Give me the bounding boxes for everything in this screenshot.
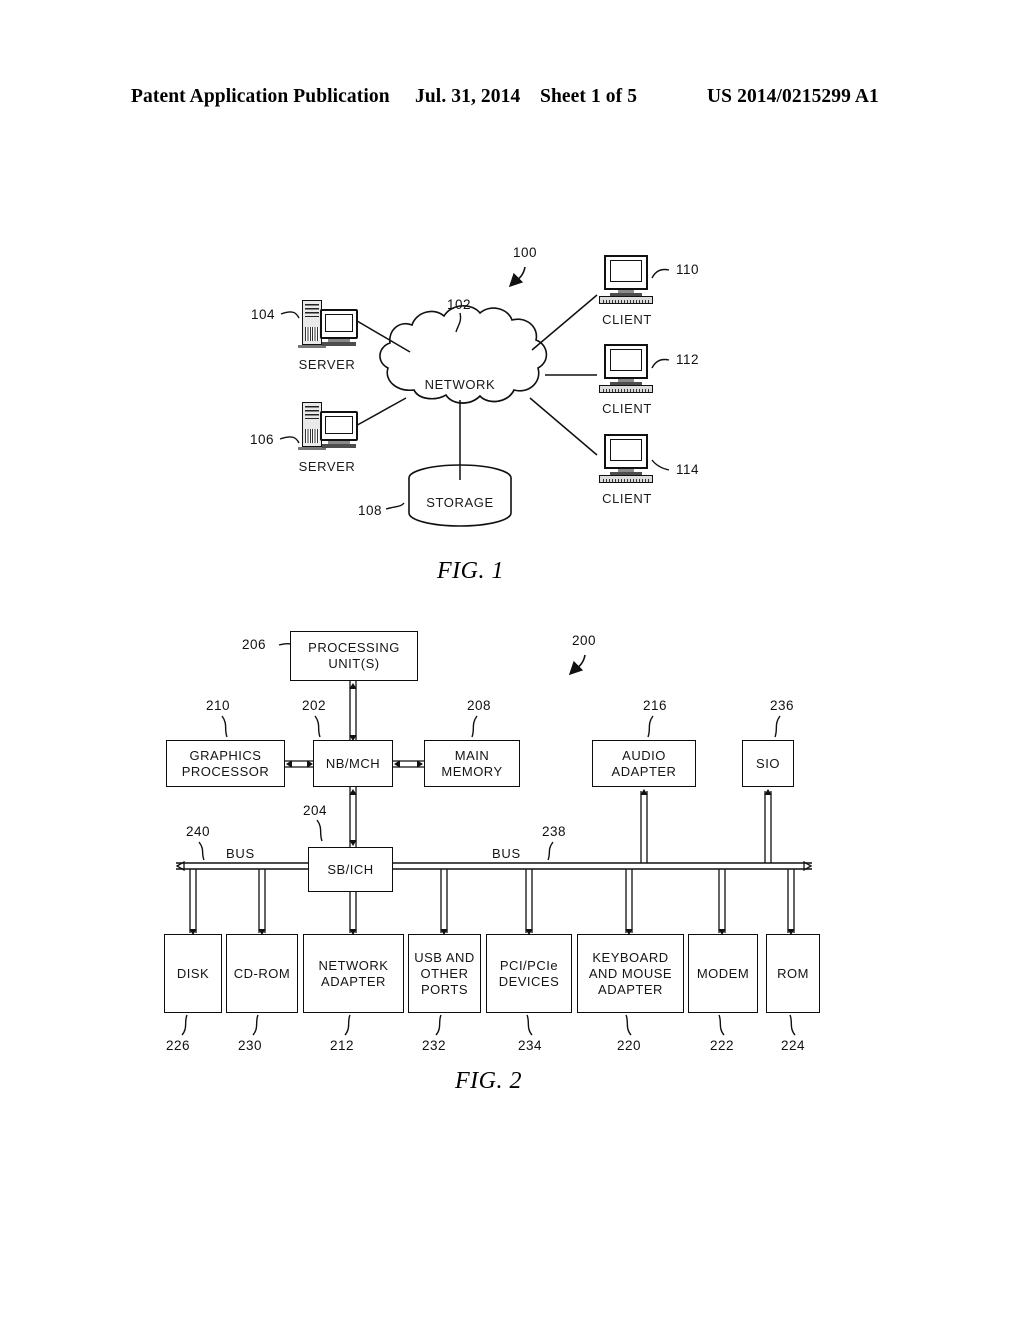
ref-100: 100 [513,245,538,260]
figure-1-caption: FIG. 1 [437,558,504,584]
storage-label: STORAGE [426,495,494,510]
ref-220: 220 [617,1038,642,1053]
ref-114: 114 [676,462,700,477]
ref-112: 112 [676,352,700,367]
block-sb-ich[interactable]: SB/ICH [308,847,393,892]
ref-226: 226 [166,1038,191,1053]
block-sio[interactable]: SIO [742,740,794,787]
publication-number: US 2014/0215299 A1 [707,86,879,107]
client-label-114: CLIENT [602,491,652,506]
block-processing-unit[interactable]: PROCESSING UNIT(S) [290,631,418,681]
figure-vector-layer [175,266,813,1036]
server-label-106: SERVER [298,459,356,474]
ref-108: 108 [358,503,383,518]
ref-238: 238 [542,824,567,839]
block-keyboard-mouse-adapter[interactable]: KEYBOARD AND MOUSE ADAPTER [577,934,684,1013]
block-rom[interactable]: ROM [766,934,820,1013]
block-disk[interactable]: DISK [164,934,222,1013]
sheet-number: Sheet 1 of 5 [540,86,638,107]
block-network-adapter[interactable]: NETWORK ADAPTER [303,934,404,1013]
block-audio-adapter[interactable]: AUDIO ADAPTER [592,740,696,787]
ref-240: 240 [186,824,211,839]
bus-label-left: BUS [226,846,255,861]
publication-title: Patent Application Publication [131,86,390,107]
server-icon-104 [296,300,358,350]
block-graphics-processor[interactable]: GRAPHICS PROCESSOR [166,740,285,787]
client-icon-112 [598,344,654,394]
ref-224: 224 [781,1038,806,1053]
figure-2-caption: FIG. 2 [455,1068,522,1094]
ref-232: 232 [422,1038,447,1053]
block-cdrom[interactable]: CD-ROM [226,934,298,1013]
ref-104: 104 [251,307,276,322]
ref-222: 222 [710,1038,735,1053]
client-label-110: CLIENT [602,312,652,327]
ref-106: 106 [250,432,275,447]
client-icon-114 [598,434,654,484]
block-modem[interactable]: MODEM [688,934,758,1013]
ref-110: 110 [676,262,700,277]
ref-210: 210 [206,698,231,713]
ref-206: 206 [242,637,267,652]
ref-202: 202 [302,698,327,713]
block-pci-devices[interactable]: PCI/PCIe DEVICES [486,934,572,1013]
ref-234: 234 [518,1038,543,1053]
block-nb-mch[interactable]: NB/MCH [313,740,393,787]
ref-200: 200 [572,633,597,648]
server-label-104: SERVER [298,357,356,372]
block-usb-ports[interactable]: USB AND OTHER PORTS [408,934,481,1013]
bus-label-right: BUS [492,846,521,861]
block-main-memory[interactable]: MAIN MEMORY [424,740,520,787]
ref-204: 204 [303,803,328,818]
client-label-112: CLIENT [602,401,652,416]
server-icon-106 [296,402,358,452]
network-label: NETWORK [424,377,496,392]
client-icon-110 [598,255,654,305]
publication-date: Jul. 31, 2014 [415,86,521,107]
ref-236: 236 [770,698,795,713]
publication-header: Patent Application Publication Jul. 31, … [0,86,1024,116]
ref-212: 212 [330,1038,355,1053]
ref-216: 216 [643,698,668,713]
ref-230: 230 [238,1038,263,1053]
ref-208: 208 [467,698,492,713]
ref-102: 102 [447,297,472,312]
